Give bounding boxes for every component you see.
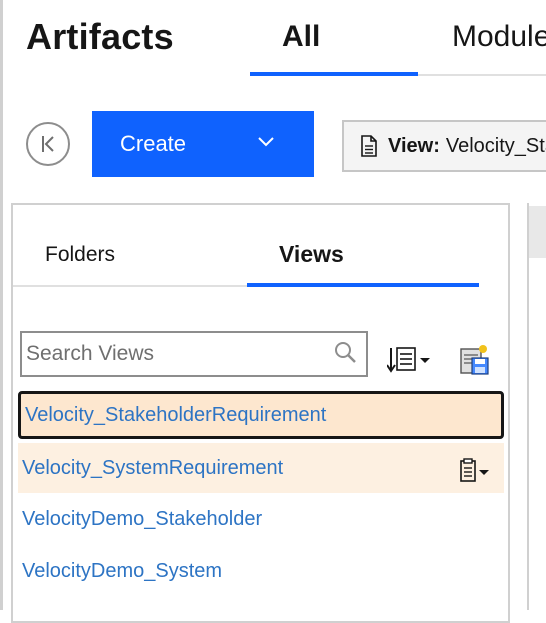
view-name: Velocity_StakeholderRequirement [445, 134, 546, 157]
chevron-down-icon [256, 135, 276, 154]
sort-list-icon [387, 345, 433, 375]
save-view-icon [459, 343, 491, 377]
tab-folders[interactable]: Folders [45, 243, 115, 267]
view-prefix-label: View: [388, 134, 440, 157]
create-button[interactable]: Create [92, 111, 314, 177]
tab-views[interactable]: Views [279, 241, 344, 268]
tab-all[interactable]: All [282, 20, 320, 54]
content-pane-edge [527, 203, 546, 610]
sort-views-button[interactable] [387, 345, 433, 375]
search-views-box[interactable] [20, 331, 368, 377]
view-item-label: Velocity_StakeholderRequirement [25, 403, 327, 426]
view-item-label: VelocityDemo_Stakeholder [22, 507, 263, 530]
views-panel: Folders Views Search Views Velocity_Stak… [11, 203, 510, 623]
tab-modules[interactable]: Modules [452, 20, 546, 54]
collapse-left-icon [37, 133, 59, 155]
view-item-velocity-systemrequirement[interactable]: Velocity_SystemRequirement [18, 443, 504, 493]
collapse-panel-button[interactable] [26, 122, 70, 166]
view-item-label: Velocity_SystemRequirement [22, 456, 284, 479]
current-view-selector[interactable]: View: Velocity_StakeholderRequirement [342, 120, 546, 172]
view-item-velocitydemo-stakeholder[interactable]: VelocityDemo_Stakeholder [18, 495, 504, 543]
save-view-button[interactable] [459, 343, 491, 377]
view-item-label: VelocityDemo_System [22, 559, 223, 582]
view-item-velocitydemo-system[interactable]: VelocityDemo_System [18, 547, 504, 595]
active-tab-indicator [250, 72, 418, 76]
item-actions-menu-icon[interactable] [458, 457, 492, 491]
create-button-label: Create [120, 131, 187, 156]
search-views-input[interactable] [22, 333, 336, 375]
panel-active-tab-indicator [247, 283, 479, 287]
search-icon[interactable] [334, 341, 358, 370]
document-icon [360, 135, 378, 157]
view-item-velocity-stakeholderrequirement[interactable]: Velocity_StakeholderRequirement [18, 391, 504, 439]
page-title: Artifacts [26, 16, 174, 57]
content-pane-header-cell [529, 206, 546, 258]
window-edge [0, 0, 3, 610]
